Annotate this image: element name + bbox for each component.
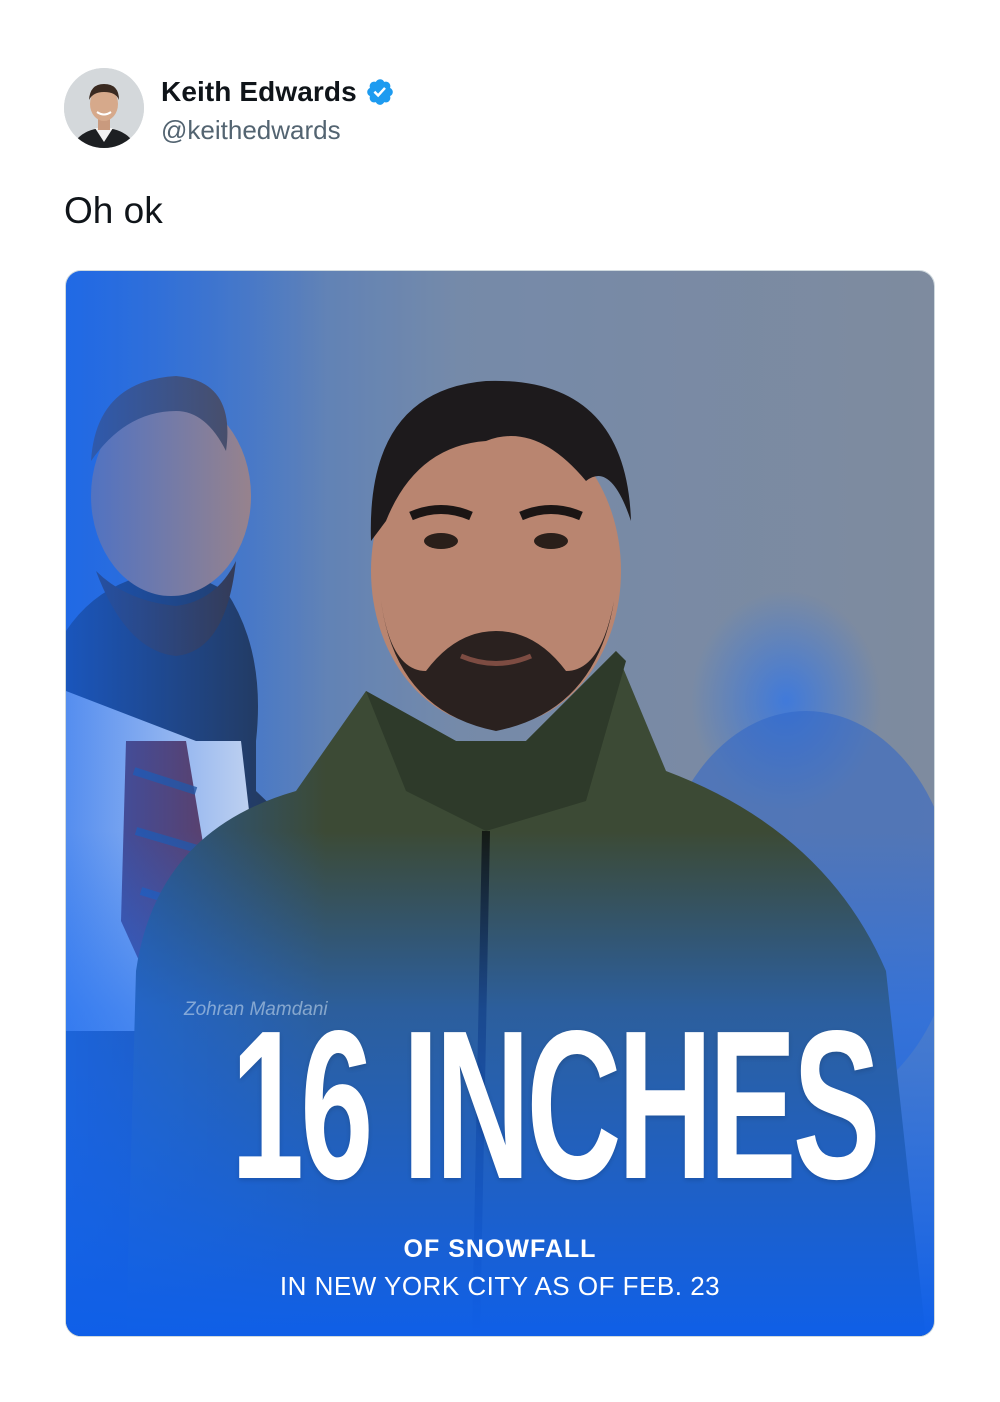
avatar-image xyxy=(64,68,144,148)
media-subline-1: OF SNOWFALL xyxy=(403,1235,597,1263)
tweet-header: Keith Edwards @keithedwards xyxy=(64,68,395,148)
media-subline-2: IN NEW YORK CITY AS OF FEB. 23 xyxy=(279,1271,721,1301)
tweet-text: Oh ok xyxy=(64,190,163,231)
author-handle[interactable]: @keithedwards xyxy=(161,115,395,146)
tweet-media-image[interactable]: Zohran Mamdani 16 INCHES OF SNOWFALL IN … xyxy=(65,270,935,1337)
author-avatar[interactable] xyxy=(64,68,144,148)
author-display-name[interactable]: Keith Edwards xyxy=(161,76,357,108)
verified-badge-icon xyxy=(366,78,393,105)
media-headline: 16 INCHES xyxy=(230,986,881,1223)
